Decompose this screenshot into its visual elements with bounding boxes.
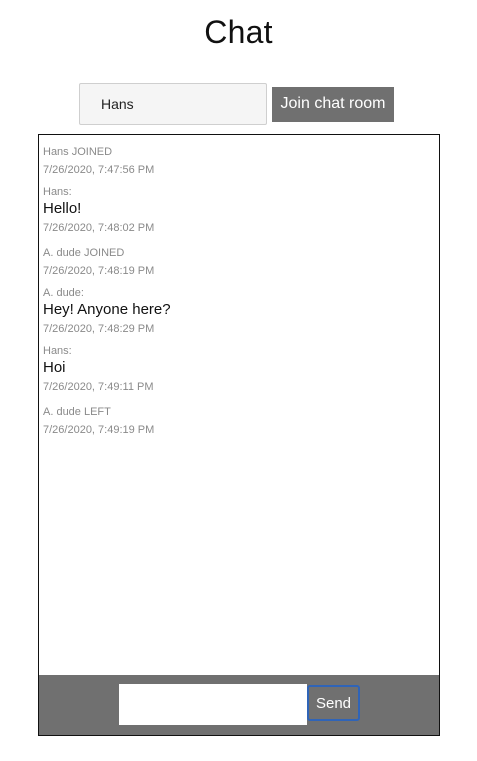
timestamp: 7/26/2020, 7:48:02 PM <box>43 222 155 234</box>
sender-name: Hans: <box>43 345 72 357</box>
timestamp: 7/26/2020, 7:49:19 PM <box>43 424 155 436</box>
event-text: Hans JOINED <box>43 146 113 158</box>
join-form: Join chat room <box>79 83 394 125</box>
message-text: Hey! Anyone here? <box>43 301 171 318</box>
timestamp: 7/26/2020, 7:48:29 PM <box>43 323 155 335</box>
event-text: A. dude LEFT <box>43 406 111 418</box>
list-item: A. dude LEFT 7/26/2020, 7:49:19 PM <box>43 403 435 440</box>
list-item: Hans JOINED 7/26/2020, 7:47:56 PM <box>43 143 435 180</box>
chat-window: Hans JOINED 7/26/2020, 7:47:56 PM Hans: … <box>38 134 440 736</box>
username-input[interactable] <box>79 83 267 125</box>
timestamp: 7/26/2020, 7:47:56 PM <box>43 164 155 176</box>
list-item: A. dude: Hey! Anyone here? 7/26/2020, 7:… <box>43 287 435 339</box>
join-chat-room-button[interactable]: Join chat room <box>272 86 394 122</box>
timestamp: 7/26/2020, 7:48:19 PM <box>43 265 155 277</box>
list-item: A. dude JOINED 7/26/2020, 7:48:19 PM <box>43 244 435 281</box>
list-item: Hans: Hoi 7/26/2020, 7:49:11 PM <box>43 345 435 397</box>
message-input[interactable] <box>119 684 307 725</box>
message-text: Hoi <box>43 359 66 376</box>
sender-name: Hans: <box>43 186 72 198</box>
send-button[interactable]: Send <box>307 685 360 721</box>
message-list[interactable]: Hans JOINED 7/26/2020, 7:47:56 PM Hans: … <box>39 135 439 675</box>
page-title: Chat <box>204 14 273 50</box>
message-text: Hello! <box>43 200 82 217</box>
timestamp: 7/26/2020, 7:49:11 PM <box>43 381 154 393</box>
list-item: Hans: Hello! 7/26/2020, 7:48:02 PM <box>43 186 435 238</box>
message-composer: Send <box>39 675 439 735</box>
event-text: A. dude JOINED <box>43 247 125 259</box>
sender-name: A. dude: <box>43 287 84 299</box>
